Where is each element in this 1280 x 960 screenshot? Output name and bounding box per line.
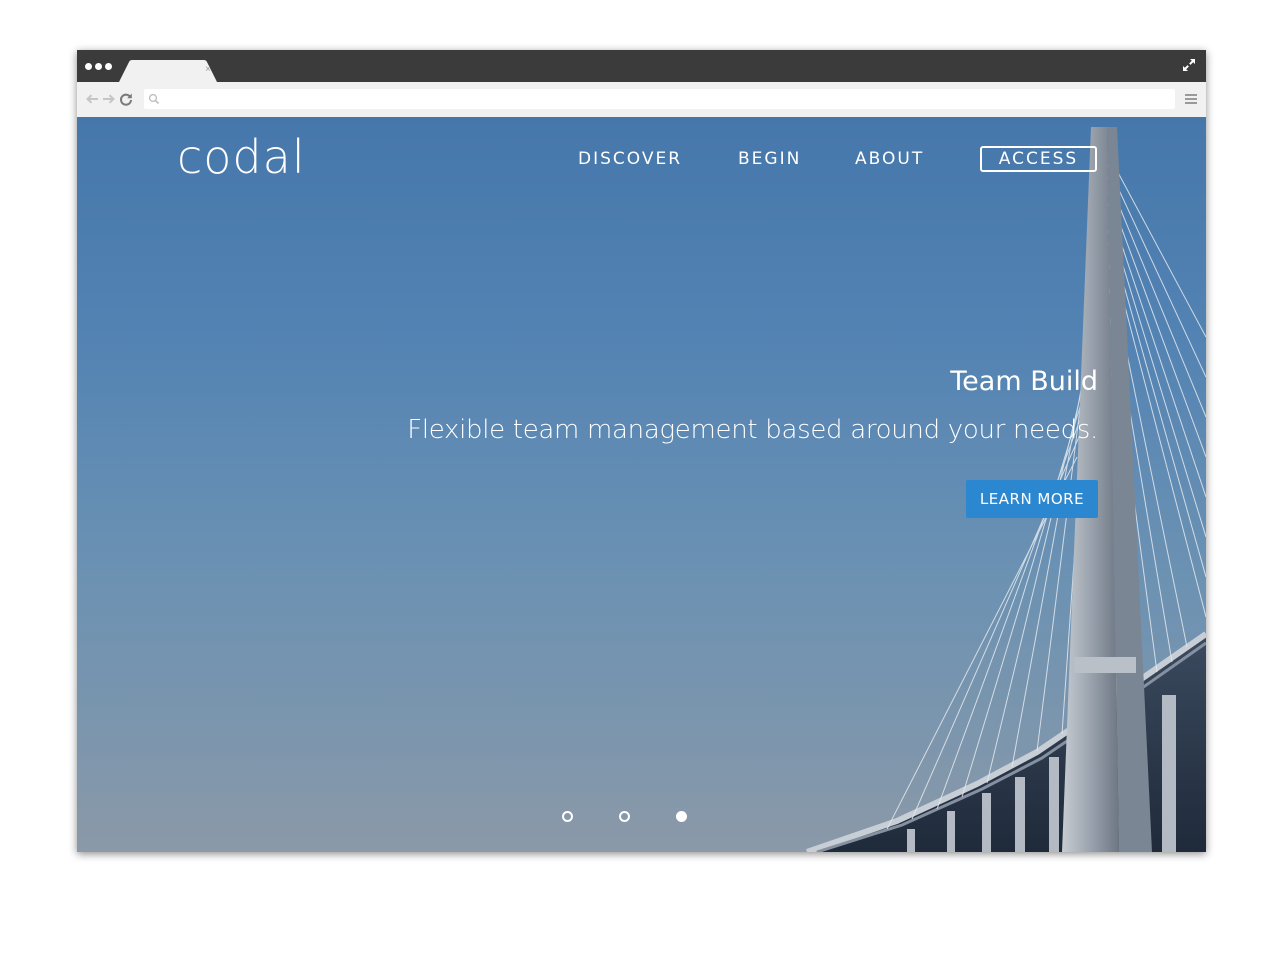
tab-shape — [119, 60, 217, 82]
page-viewport: codal DISCOVER BEGIN ABOUT ACCESS Team B… — [77, 117, 1206, 852]
back-arrow-icon[interactable] — [85, 92, 99, 106]
tab-close-icon[interactable]: × — [205, 63, 211, 77]
nav-about[interactable]: ABOUT — [855, 148, 924, 170]
carousel-dot-2[interactable] — [619, 811, 630, 822]
window-dot — [85, 63, 92, 70]
browser-window: × codal DISCOVER BEGIN ABOUT ACCESS Team… — [77, 50, 1206, 852]
carousel-dot-1[interactable] — [562, 811, 573, 822]
window-dot — [105, 63, 112, 70]
carousel-dot-3[interactable] — [676, 811, 687, 822]
window-dots-icon[interactable] — [85, 63, 112, 70]
expand-icon[interactable] — [1182, 58, 1196, 72]
browser-titlebar: × — [77, 50, 1206, 82]
hamburger-menu-icon[interactable] — [1184, 93, 1198, 105]
hero-subtitle: Flexible team management based around yo… — [407, 415, 1098, 445]
url-input[interactable] — [166, 91, 1166, 107]
hero-title: Team Build — [950, 366, 1098, 397]
window-dot — [95, 63, 102, 70]
reload-icon[interactable] — [119, 92, 133, 106]
address-bar[interactable] — [144, 89, 1175, 109]
nav-begin[interactable]: BEGIN — [738, 148, 801, 170]
learn-more-button[interactable]: LEARN MORE — [966, 480, 1098, 518]
nav-discover[interactable]: DISCOVER — [578, 148, 682, 170]
forward-arrow-icon[interactable] — [102, 92, 116, 106]
browser-tab[interactable]: × — [119, 60, 217, 82]
nav-access-button[interactable]: ACCESS — [980, 146, 1097, 172]
search-icon — [148, 93, 160, 105]
browser-nav-buttons — [85, 92, 133, 106]
site-logo[interactable]: codal — [177, 129, 306, 185]
browser-toolbar — [77, 82, 1206, 118]
